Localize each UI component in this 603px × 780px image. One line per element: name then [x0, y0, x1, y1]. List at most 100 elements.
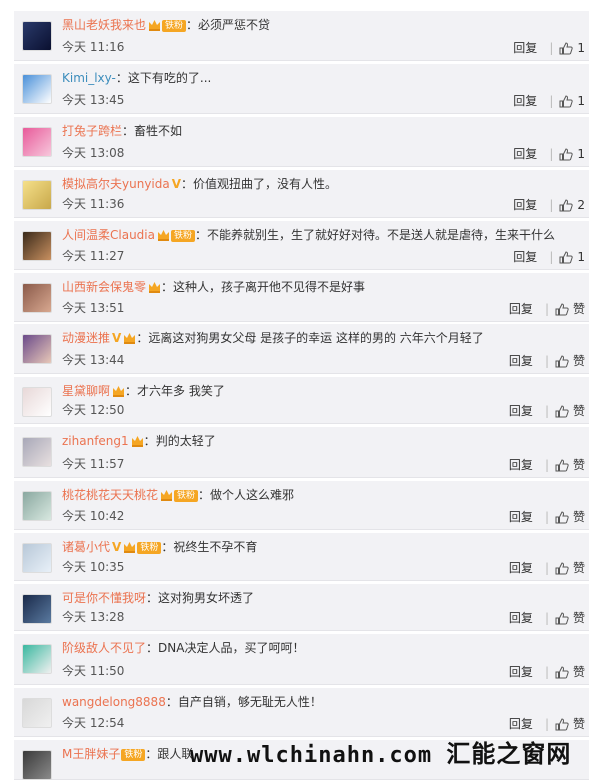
- comment-time: 今天 11:16: [62, 40, 125, 54]
- username-link[interactable]: 黑山老妖我来也: [62, 18, 146, 32]
- comment-line: 桃花桃花天天桃花 铁粉 ：做个人这么难邪: [62, 487, 579, 503]
- comment-actions: 回复 | 1: [513, 41, 585, 55]
- separator-colon: ：: [115, 71, 128, 85]
- username-link[interactable]: 诸葛小代: [62, 540, 110, 554]
- username-link[interactable]: 模拟高尔夫yunyida: [62, 177, 170, 191]
- reply-button[interactable]: 回复: [509, 404, 533, 418]
- comment-line: zihanfeng1 ：判的太轻了: [62, 433, 579, 449]
- comment-row: 阶级敌人不见了：DNA决定人品，买了呵呵！ 今天 11:50 回复 | 赞: [14, 634, 589, 685]
- thumbs-up-icon[interactable]: [559, 147, 574, 161]
- divider: |: [544, 611, 549, 625]
- avatar[interactable]: [22, 231, 52, 261]
- reply-button[interactable]: 回复: [509, 458, 533, 472]
- like-count[interactable]: 赞: [573, 717, 585, 731]
- avatar[interactable]: [22, 644, 52, 674]
- thumbs-up-icon[interactable]: [555, 561, 569, 575]
- comment-line: 可是你不懂我呀：这对狗男女坏透了: [62, 590, 579, 606]
- username-link[interactable]: 人间温柔Claudia: [62, 228, 155, 242]
- avatar[interactable]: [22, 750, 52, 780]
- reply-button[interactable]: 回复: [509, 510, 533, 524]
- like-count[interactable]: 赞: [573, 354, 585, 368]
- username-link[interactable]: 山西新会保鬼零: [62, 280, 146, 294]
- avatar[interactable]: [22, 594, 52, 624]
- thumbs-up-icon[interactable]: [559, 41, 574, 55]
- like-count[interactable]: 1: [577, 147, 585, 161]
- reply-button[interactable]: 回复: [513, 198, 537, 212]
- reply-button[interactable]: 回复: [509, 561, 533, 575]
- username-link[interactable]: M王胖妹子: [62, 747, 120, 761]
- avatar[interactable]: [22, 283, 52, 313]
- avatar[interactable]: [22, 127, 52, 157]
- separator-colon: ：: [143, 434, 156, 448]
- thumbs-up-icon[interactable]: [555, 302, 569, 316]
- reply-button[interactable]: 回复: [513, 41, 537, 55]
- divider: |: [544, 458, 549, 472]
- like-count[interactable]: 1: [577, 41, 585, 55]
- like-count[interactable]: 赞: [573, 510, 585, 524]
- reply-button[interactable]: 回复: [513, 250, 537, 264]
- thumbs-up-icon[interactable]: [555, 510, 569, 524]
- like-count[interactable]: 1: [577, 250, 585, 264]
- thumbs-up-icon[interactable]: [555, 404, 569, 418]
- comment-row: 可是你不懂我呀：这对狗男女坏透了 今天 13:28 回复 | 赞: [14, 584, 589, 631]
- comment-row: 诸葛小代 V 铁粉 ：祝终生不孕不育 今天 10:35 回复 | 赞: [14, 533, 589, 581]
- comment-text: 判的太轻了: [155, 434, 216, 448]
- like-count[interactable]: 赞: [573, 458, 585, 472]
- avatar[interactable]: [22, 543, 52, 573]
- username-link[interactable]: zihanfeng1: [62, 434, 129, 448]
- comment-actions: 回复 | 赞: [509, 458, 585, 472]
- username-link[interactable]: 打兔子跨栏: [62, 124, 122, 138]
- username-link[interactable]: 桃花桃花天天桃花: [62, 488, 158, 502]
- divider: |: [544, 561, 549, 575]
- like-count[interactable]: 赞: [573, 561, 585, 575]
- like-count[interactable]: 赞: [573, 611, 585, 625]
- thumbs-up-icon[interactable]: [555, 458, 569, 472]
- comment-actions: 回复 | 1: [513, 250, 585, 264]
- username-link[interactable]: 阶级敌人不见了: [62, 641, 146, 655]
- username-link[interactable]: wangdelong8888: [62, 695, 166, 709]
- avatar[interactable]: [22, 334, 52, 364]
- username-link[interactable]: 星黛聊啊: [62, 384, 110, 398]
- avatar[interactable]: [22, 180, 52, 210]
- avatar[interactable]: [22, 74, 52, 104]
- reply-button[interactable]: 回复: [513, 94, 537, 108]
- reply-button[interactable]: 回复: [509, 611, 533, 625]
- comment-text: 才六年多 我笑了: [137, 384, 225, 398]
- reply-button[interactable]: 回复: [509, 302, 533, 316]
- fan-badge: 铁粉: [137, 542, 162, 554]
- avatar[interactable]: [22, 698, 52, 728]
- comment-line: 诸葛小代 V 铁粉 ：祝终生不孕不育: [62, 539, 579, 555]
- comment-text: 必须严惩不贷: [198, 18, 271, 32]
- fan-badge: 铁粉: [170, 230, 195, 242]
- like-count[interactable]: 1: [577, 94, 585, 108]
- thumbs-up-icon[interactable]: [559, 250, 574, 264]
- separator-colon: ：: [161, 540, 174, 554]
- thumbs-up-icon[interactable]: [555, 354, 569, 368]
- like-count[interactable]: 赞: [573, 404, 585, 418]
- thumbs-up-icon[interactable]: [559, 198, 574, 212]
- avatar[interactable]: [22, 387, 52, 417]
- comment-row: 打兔子跨栏：畜牲不如 今天 13:08 回复 | 1: [14, 117, 589, 167]
- like-count[interactable]: 2: [577, 198, 585, 212]
- reply-button[interactable]: 回复: [513, 147, 537, 161]
- thumbs-up-icon[interactable]: [555, 717, 569, 731]
- username-link[interactable]: 可是你不懂我呀: [62, 591, 146, 605]
- comment-time: 今天 12:54: [62, 716, 125, 730]
- comment-text: DNA决定人品，买了呵呵！: [158, 641, 305, 655]
- comment-line: wangdelong8888：自产自销，够无耻无人性！: [62, 694, 579, 710]
- comment-text: 远离这对狗男女父母 是孩子的幸运 这样的男的 六年六个月轻了: [148, 331, 484, 345]
- thumbs-up-icon[interactable]: [555, 611, 569, 625]
- like-count[interactable]: 赞: [573, 665, 585, 679]
- username-link[interactable]: 动漫迷推: [62, 331, 110, 345]
- username-link[interactable]: Kimi_lxy-: [62, 71, 116, 85]
- reply-button[interactable]: 回复: [509, 717, 533, 731]
- reply-button[interactable]: 回复: [509, 354, 533, 368]
- avatar[interactable]: [22, 437, 52, 467]
- thumbs-up-icon[interactable]: [555, 665, 569, 679]
- thumbs-up-icon[interactable]: [559, 94, 574, 108]
- reply-button[interactable]: 回复: [509, 665, 533, 679]
- like-count[interactable]: 赞: [573, 302, 585, 316]
- comment-text: 这对狗男女坏透了: [158, 591, 255, 605]
- avatar[interactable]: [22, 21, 52, 51]
- avatar[interactable]: [22, 491, 52, 521]
